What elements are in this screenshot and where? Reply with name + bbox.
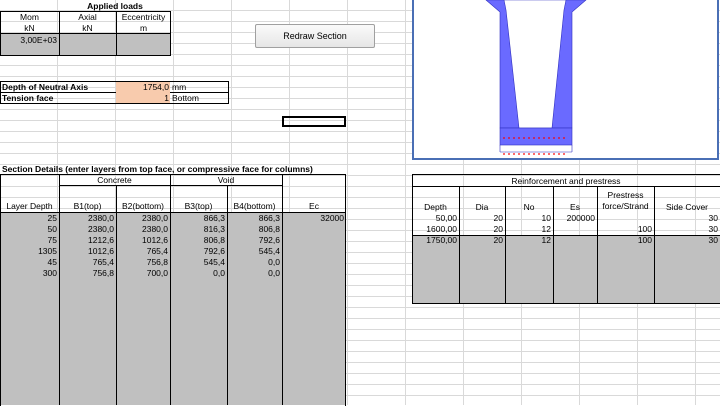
b4-header: B4(bottom)	[233, 201, 276, 211]
depth-neutral-axis-value[interactable]: 1754,0	[116, 82, 169, 92]
b3-cell[interactable]: 545,4	[170, 257, 225, 268]
rebar-depth-cell[interactable]: 50,00	[412, 213, 457, 224]
mom-unit: kN	[24, 23, 35, 33]
no-cell[interactable]: 10	[505, 213, 551, 224]
eccentricity-header: Eccentricity	[121, 12, 166, 22]
side-cover-cell[interactable]: 30	[654, 235, 718, 246]
layer-depth-cell[interactable]: 300	[0, 268, 57, 279]
ec-cell[interactable]: 32000	[282, 213, 344, 224]
b4-cell[interactable]: 0,0	[227, 257, 280, 268]
b2-cell[interactable]: 756,8	[116, 257, 168, 268]
b1-cell[interactable]: 2380,0	[59, 224, 114, 235]
no-cell[interactable]: 12	[505, 235, 551, 246]
es-cell[interactable]: 200000	[553, 213, 595, 224]
b3-header: B3(top)	[184, 201, 213, 211]
layer-depth-cell[interactable]: 75	[0, 235, 57, 246]
layer-depth-cell[interactable]: 50	[0, 224, 57, 235]
b2-cell[interactable]: 765,4	[116, 246, 168, 257]
dia-header: Dia	[475, 202, 489, 212]
b1-header: B1(top)	[73, 201, 102, 211]
dia-cell[interactable]: 20	[459, 213, 503, 224]
reinforcement-title: Reinforcement and prestress	[511, 176, 621, 186]
layer-depth-cell[interactable]: 25	[0, 213, 57, 224]
void-group-header: Void	[217, 175, 235, 185]
no-header: No	[523, 202, 535, 212]
b4-cell[interactable]: 545,4	[227, 246, 280, 257]
depth-header: Depth	[424, 202, 447, 212]
redraw-section-button[interactable]: Redraw Section	[255, 24, 375, 48]
b3-cell[interactable]: 816,3	[170, 224, 225, 235]
prestress-column: 100 100	[597, 213, 652, 246]
depth-neutral-axis-label: Depth of Neutral Axis	[2, 82, 89, 92]
rebar-depth-cell[interactable]: 1600,00	[412, 224, 457, 235]
side-cover-header: Side Cover	[665, 202, 709, 212]
b1-cell[interactable]: 765,4	[59, 257, 114, 268]
b2-cell[interactable]: 1012,6	[116, 235, 168, 246]
b2-column: 2380,0 2380,0 1012,6 765,4 756,8 700,0	[116, 213, 168, 279]
b4-cell[interactable]: 866,3	[227, 213, 280, 224]
b3-cell[interactable]: 792,6	[170, 246, 225, 257]
bottom-flange	[499, 127, 573, 146]
section-drawing-panel	[412, 0, 719, 160]
tension-face-value[interactable]: 1	[116, 93, 169, 103]
side-cover-column: 30 30 30	[654, 213, 718, 246]
es-column: 200000	[553, 213, 595, 224]
no-cell[interactable]: 12	[505, 224, 551, 235]
ec-column: 32000	[282, 213, 344, 224]
selected-cell[interactable]	[282, 116, 346, 127]
section-drawing	[485, 0, 587, 155]
b3-cell[interactable]: 806,8	[170, 235, 225, 246]
b1-column: 2380,0 2380,0 1212,6 1012,6 765,4 756,8	[59, 213, 114, 279]
mom-value-cell[interactable]: 3,00E+03	[0, 35, 57, 45]
es-header: Es	[570, 202, 580, 212]
b3-column: 866,3 816,3 806,8 792,6 545,4 0,0	[170, 213, 225, 279]
applied-loads-title: Applied loads	[87, 1, 143, 11]
side-cover-cell[interactable]: 30	[654, 224, 718, 235]
rebar-depth-column: 50,00 1600,00 1750,00	[412, 213, 457, 246]
tension-face-unit: Bottom	[172, 93, 199, 103]
prestress-cell[interactable]: 100	[597, 224, 652, 235]
prestress-cell[interactable]: 100	[597, 235, 652, 246]
layer-depth-cell[interactable]: 45	[0, 257, 57, 268]
rebar-depth-cell[interactable]: 1750,00	[412, 235, 457, 246]
b3-cell[interactable]: 866,3	[170, 213, 225, 224]
section-details-title: Section Details (enter layers from top f…	[2, 164, 313, 174]
b4-column: 866,3 806,8 792,6 545,4 0,0 0,0	[227, 213, 280, 279]
b4-cell[interactable]: 806,8	[227, 224, 280, 235]
dia-column: 20 20 20	[459, 213, 503, 246]
rebar-row-2	[503, 153, 565, 155]
axial-header: Axial	[78, 12, 97, 22]
side-cover-cell[interactable]: 30	[654, 213, 718, 224]
prestress-header: Prestress force/Strand	[602, 190, 649, 211]
layer-depth-cell[interactable]: 1305	[0, 246, 57, 257]
no-column: 10 12 12	[505, 213, 551, 246]
ec-header: Ec	[309, 201, 319, 211]
b4-cell[interactable]: 0,0	[227, 268, 280, 279]
dia-cell[interactable]: 20	[459, 224, 503, 235]
b1-cell[interactable]: 2380,0	[59, 213, 114, 224]
b2-cell[interactable]: 2380,0	[116, 224, 168, 235]
b2-cell[interactable]: 2380,0	[116, 213, 168, 224]
b1-cell[interactable]: 756,8	[59, 268, 114, 279]
layer-depth-column: 25 50 75 1305 45 300	[0, 213, 57, 279]
eccentricity-unit: m	[139, 23, 148, 33]
b2-header: B2(bottom)	[121, 201, 165, 211]
concrete-group-header: Concrete	[97, 175, 132, 185]
tension-face-label: Tension face	[2, 93, 54, 103]
b4-cell[interactable]: 792,6	[227, 235, 280, 246]
layer-depth-header: Layer Depth	[6, 201, 53, 211]
prestress-cell[interactable]	[597, 213, 652, 224]
axial-unit: kN	[82, 23, 93, 33]
dia-cell[interactable]: 20	[459, 235, 503, 246]
b3-cell[interactable]: 0,0	[170, 268, 225, 279]
b1-cell[interactable]: 1012,6	[59, 246, 114, 257]
depth-neutral-axis-unit: mm	[172, 82, 187, 92]
b1-cell[interactable]: 1212,6	[59, 235, 114, 246]
b2-cell[interactable]: 700,0	[116, 268, 168, 279]
mom-header: Mom	[20, 12, 39, 22]
